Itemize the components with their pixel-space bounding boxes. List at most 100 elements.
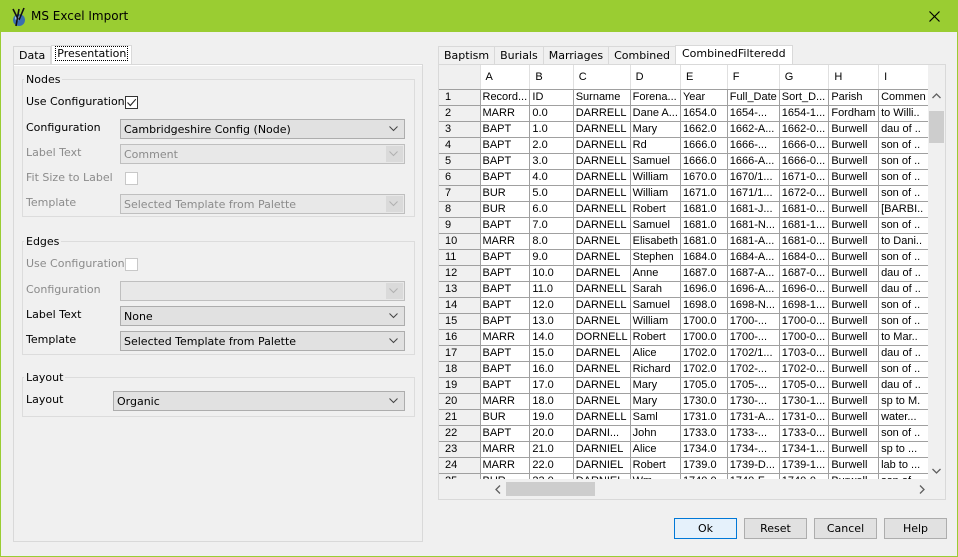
table-cell[interactable]: Dane A... xyxy=(629,104,681,122)
column-header[interactable]: C xyxy=(572,65,631,90)
table-cell[interactable]: son of .. xyxy=(878,216,929,234)
table-cell[interactable]: BAPT xyxy=(479,152,531,170)
row-header[interactable]: 12 xyxy=(439,264,481,282)
table-cell[interactable]: 1700-0... xyxy=(778,328,830,346)
column-header[interactable]: B xyxy=(529,65,574,90)
table-cell[interactable]: 17.0 xyxy=(529,376,574,394)
table-cell[interactable]: John xyxy=(629,424,681,442)
table-cell[interactable]: Burwell xyxy=(828,408,880,426)
table-cell[interactable]: DARNELL xyxy=(572,280,631,298)
table-cell[interactable]: 3.0 xyxy=(529,152,574,170)
table-cell[interactable]: 1700-0... xyxy=(778,312,830,330)
row-header[interactable]: 21 xyxy=(439,408,481,426)
row-header[interactable]: 5 xyxy=(439,152,481,170)
table-cell[interactable]: 1731.0 xyxy=(679,408,728,426)
table-cell[interactable]: DARNEL xyxy=(572,376,631,394)
row-header[interactable]: 13 xyxy=(439,280,481,298)
table-cell[interactable]: 20.0 xyxy=(529,424,574,442)
table-cell[interactable]: Burwell xyxy=(828,248,880,266)
table-cell[interactable]: 1681.0 xyxy=(679,216,728,234)
table-cell[interactable]: BAPT xyxy=(479,120,531,138)
table-cell[interactable]: MARR xyxy=(479,440,531,458)
vertical-scroll-thumb[interactable] xyxy=(929,111,944,143)
table-cell[interactable]: 2.0 xyxy=(529,136,574,154)
table-cell[interactable]: 1687-A... xyxy=(726,264,780,282)
table-cell[interactable]: 8.0 xyxy=(529,232,574,250)
table-cell[interactable]: to Willi.. xyxy=(878,104,929,122)
table-cell[interactable]: DARNELL xyxy=(572,136,631,154)
table-cell[interactable]: 6.0 xyxy=(529,200,574,218)
table-cell[interactable]: BUR xyxy=(479,184,531,202)
table-cell[interactable]: 11.0 xyxy=(529,280,574,298)
table-cell[interactable]: BUR xyxy=(479,408,531,426)
table-cell[interactable]: 1702-... xyxy=(726,360,780,378)
table-cell[interactable]: 1702/1... xyxy=(726,344,780,362)
table-cell[interactable]: Robert xyxy=(629,456,681,474)
column-header[interactable]: F xyxy=(726,65,780,90)
reset-button[interactable]: Reset xyxy=(744,518,807,539)
table-cell[interactable]: William xyxy=(629,312,681,330)
table-cell[interactable]: Burwell xyxy=(828,392,880,410)
table-cell[interactable]: ID xyxy=(529,88,574,106)
table-cell[interactable]: 1.0 xyxy=(529,120,574,138)
table-cell[interactable]: Year xyxy=(679,88,728,106)
table-cell[interactable]: DARNELL xyxy=(572,408,631,426)
table-cell[interactable]: DARNELL xyxy=(572,216,631,234)
table-cell[interactable]: DARNEL xyxy=(572,344,631,362)
table-cell[interactable]: 1730.0 xyxy=(679,392,728,410)
table-cell[interactable]: Alice xyxy=(629,440,681,458)
tab-combined[interactable]: Combined xyxy=(608,46,675,65)
table-cell[interactable]: Burwell xyxy=(828,152,880,170)
table-cell[interactable]: 1703-0... xyxy=(778,344,830,362)
tab-baptism[interactable]: Baptism xyxy=(438,46,495,65)
table-cell[interactable]: Burwell xyxy=(828,376,880,394)
table-cell[interactable]: Burwell xyxy=(828,232,880,250)
table-cell[interactable]: Record... xyxy=(479,88,531,106)
table-cell[interactable]: Sarah xyxy=(629,280,681,298)
table-cell[interactable]: 21.0 xyxy=(529,440,574,458)
table-cell[interactable]: MARR xyxy=(479,392,531,410)
table-cell[interactable]: son of .. xyxy=(878,360,929,378)
row-header[interactable]: 3 xyxy=(439,120,481,138)
table-cell[interactable]: 1684-A... xyxy=(726,248,780,266)
row-header[interactable]: 16 xyxy=(439,328,481,346)
cancel-button[interactable]: Cancel xyxy=(814,518,877,539)
table-cell[interactable]: 1739-D... xyxy=(726,456,780,474)
table-cell[interactable]: 1654-... xyxy=(726,104,780,122)
table-cell[interactable]: Burwell xyxy=(828,200,880,218)
table-cell[interactable]: son of .. xyxy=(878,152,929,170)
table-cell[interactable]: dau of .. xyxy=(878,280,929,298)
row-header[interactable]: 17 xyxy=(439,344,481,362)
table-cell[interactable]: 1731-A... xyxy=(726,408,780,426)
edges-configuration-select[interactable] xyxy=(120,281,405,301)
table-cell[interactable]: 1696-A... xyxy=(726,280,780,298)
table-cell[interactable]: 1671-0... xyxy=(778,168,830,186)
table-cell[interactable]: dau of .. xyxy=(878,344,929,362)
table-cell[interactable]: 1700.0 xyxy=(679,312,728,330)
row-header[interactable]: 24 xyxy=(439,456,481,474)
table-cell[interactable]: 5.0 xyxy=(529,184,574,202)
edges-template-select[interactable]: Selected Template from Palette xyxy=(120,331,405,351)
close-button[interactable] xyxy=(911,1,957,32)
table-cell[interactable]: 18.0 xyxy=(529,392,574,410)
table-cell[interactable]: Burwell xyxy=(828,344,880,362)
table-cell[interactable]: 4.0 xyxy=(529,168,574,186)
table-cell[interactable]: Samuel xyxy=(629,296,681,314)
column-header[interactable]: G xyxy=(778,65,830,90)
table-cell[interactable]: 1681.0 xyxy=(679,200,728,218)
table-cell[interactable]: 1700-... xyxy=(726,312,780,330)
horizontal-scroll-thumb[interactable] xyxy=(506,482,595,496)
table-cell[interactable]: 7.0 xyxy=(529,216,574,234)
table-cell[interactable]: 1734-1... xyxy=(778,440,830,458)
column-header[interactable]: I xyxy=(878,65,929,90)
scroll-down-arrow-icon[interactable] xyxy=(932,468,941,474)
table-cell[interactable]: Alice xyxy=(629,344,681,362)
table-cell[interactable]: DARNELL xyxy=(572,152,631,170)
table-cell[interactable]: 1666-0... xyxy=(778,152,830,170)
table-cell[interactable]: DARNEL xyxy=(572,248,631,266)
table-cell[interactable]: 1681-N... xyxy=(726,216,780,234)
table-cell[interactable]: Burwell xyxy=(828,280,880,298)
row-header[interactable]: 10 xyxy=(439,232,481,250)
table-cell[interactable]: MARR xyxy=(479,232,531,250)
row-header[interactable]: 8 xyxy=(439,200,481,218)
